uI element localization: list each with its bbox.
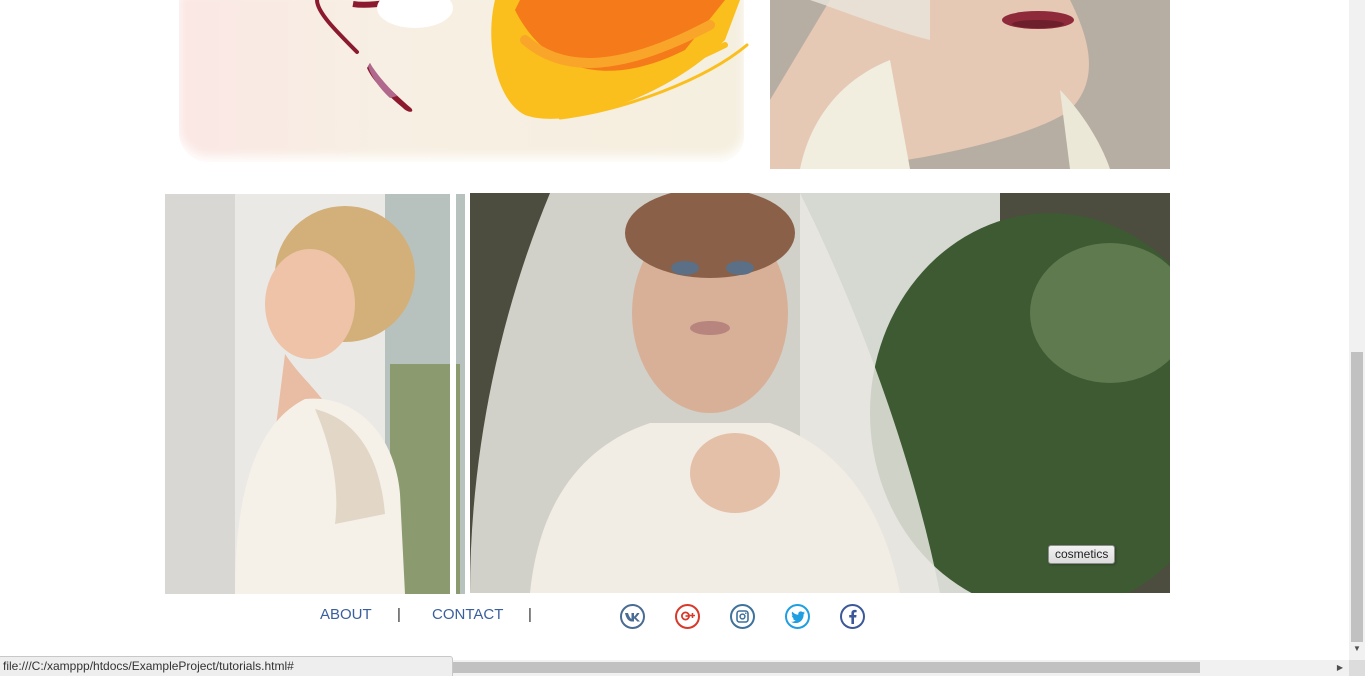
gallery-tile-bride-lace[interactable] xyxy=(165,194,465,594)
bride-lace-photo xyxy=(165,194,465,594)
nav-about-link[interactable]: ABOUT xyxy=(320,606,372,623)
scroll-right-arrow-icon[interactable]: ▶ xyxy=(1335,662,1345,673)
scroll-down-arrow-icon[interactable]: ▼ xyxy=(1352,644,1362,654)
facebook-icon[interactable] xyxy=(840,604,865,629)
bride-veil-photo xyxy=(470,193,1170,593)
tooltip-cosmetics: cosmetics xyxy=(1048,545,1116,564)
status-bar-url: file:///C:/xamppp/htdocs/ExampleProject/… xyxy=(0,656,453,676)
scrollbar-corner xyxy=(1349,660,1365,676)
nav-separator: | xyxy=(397,606,401,623)
gallery-tile-art[interactable] xyxy=(165,0,755,170)
vertical-scrollbar-thumb[interactable] xyxy=(1351,352,1363,642)
gallery-tile-bride-veil[interactable] xyxy=(470,193,1170,593)
brush-art-illustration xyxy=(315,0,749,120)
twitter-icon[interactable] xyxy=(785,604,810,629)
instagram-icon[interactable] xyxy=(730,604,755,629)
horizontal-scrollbar-thumb[interactable] xyxy=(453,662,1200,673)
nav-separator: | xyxy=(528,606,532,623)
nav-contact-link[interactable]: CONTACT xyxy=(432,606,503,623)
google-plus-icon[interactable] xyxy=(675,604,700,629)
gallery-tile-portrait-lips[interactable] xyxy=(770,0,1170,169)
vk-icon[interactable] xyxy=(620,604,645,629)
portrait-lips-photo xyxy=(770,0,1170,169)
